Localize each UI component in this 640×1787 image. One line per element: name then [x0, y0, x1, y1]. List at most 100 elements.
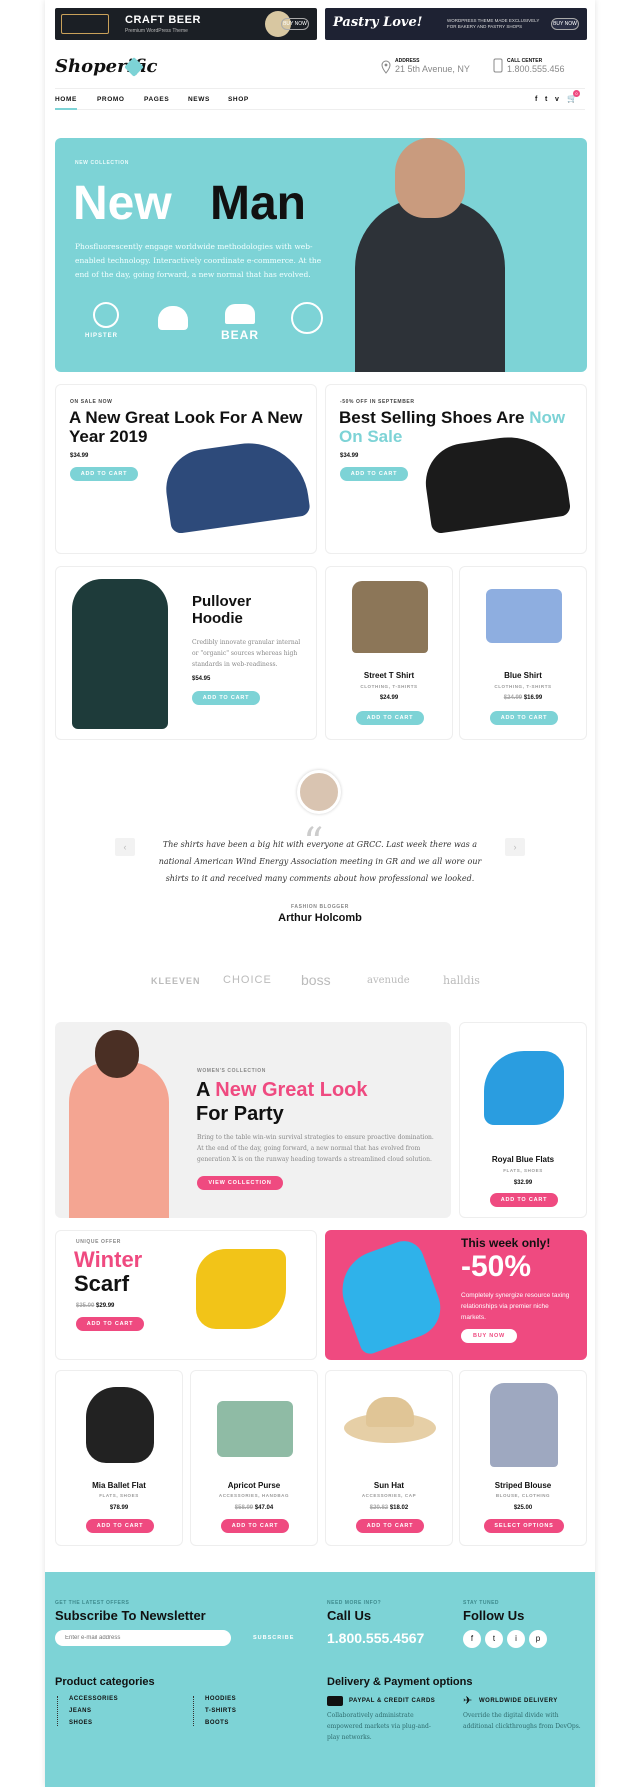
- add-to-cart-button[interactable]: ADD TO CART: [340, 467, 408, 481]
- add-to-cart-button[interactable]: ADD TO CART: [356, 711, 424, 725]
- burger-icon: [158, 306, 188, 330]
- category-link[interactable]: HOODIES: [205, 1696, 236, 1702]
- facebook-icon[interactable]: f: [535, 96, 538, 103]
- crown-icon: [291, 302, 323, 334]
- view-collection-button[interactable]: VIEW COLLECTION: [197, 1176, 283, 1190]
- new-price: $29.99: [96, 1303, 115, 1309]
- week-text: Completely synergize resource taxing rel…: [461, 1292, 570, 1321]
- scarf-title-a: Winter: [74, 1247, 143, 1272]
- tshirt-image: [352, 581, 428, 653]
- main-nav: HOME PROMO PAGES NEWS SHOP f t v 🛒 0: [55, 88, 585, 110]
- buy-now-button[interactable]: BUY NOW: [281, 18, 309, 30]
- brand-logo[interactable]: halldis: [443, 974, 480, 987]
- category-link[interactable]: SHOES: [69, 1720, 93, 1726]
- add-to-cart-button[interactable]: ADD TO CART: [76, 1317, 144, 1331]
- phone-value: 1.800.555.456: [507, 64, 565, 74]
- hoodie-card: Pullover Hoodie Credibly innovate granul…: [55, 566, 317, 740]
- product-category: FLATS, SHOES: [99, 1493, 139, 1498]
- beer-logo: [61, 14, 109, 34]
- payment-title: PAYPAL & CREDIT CARDS: [349, 1698, 436, 1704]
- yellow-scarf-image: [196, 1249, 286, 1329]
- womens-text: Bring to the table win-win survival stra…: [197, 1134, 434, 1163]
- avatar: [297, 770, 341, 814]
- twitter-icon[interactable]: t: [485, 1630, 503, 1648]
- delivery-text: Override the digital divide with additio…: [463, 1712, 581, 1730]
- scarf-title-b: Scarf: [74, 1271, 130, 1296]
- buy-now-button[interactable]: BUY NOW: [461, 1329, 517, 1343]
- sun-hat-crown: [366, 1397, 414, 1427]
- brand-logo[interactable]: CHOICE: [223, 974, 272, 986]
- prev-arrow-icon[interactable]: ‹: [115, 838, 135, 856]
- nav-shop[interactable]: SHOP: [228, 96, 249, 103]
- nav-pages[interactable]: PAGES: [144, 96, 169, 103]
- week-discount: -50%: [461, 1250, 532, 1283]
- call-title: Call Us: [327, 1608, 372, 1623]
- add-to-cart-button[interactable]: ADD TO CART: [490, 1193, 558, 1207]
- product-card: Street T Shirt CLOTHING, T-SHIRTS $24.99…: [325, 566, 453, 740]
- next-arrow-icon[interactable]: ›: [505, 838, 525, 856]
- old-price: $35.00: [76, 1303, 95, 1309]
- week-offer-banner: This week only! -50% Completely synergiz…: [325, 1230, 587, 1360]
- promo-card-best-selling: -50% OFF IN SEPTEMBER Best Selling Shoes…: [325, 384, 587, 554]
- brand-logo[interactable]: boss: [301, 972, 331, 988]
- category-link[interactable]: ACCESSORIES: [69, 1696, 118, 1702]
- category-link[interactable]: JEANS: [69, 1708, 92, 1714]
- womens-title-c: For Party: [196, 1103, 284, 1125]
- promo-title-a: Best Selling Shoes Are: [339, 408, 525, 427]
- footer-phone[interactable]: 1.800.555.4567: [327, 1630, 424, 1646]
- womens-title-a: A: [196, 1079, 210, 1101]
- product-category: CLOTHING, T-SHIRTS: [360, 684, 418, 689]
- product-name[interactable]: Royal Blue Flats: [460, 1155, 586, 1164]
- vimeo-icon[interactable]: v: [555, 96, 560, 103]
- select-options-button[interactable]: SELECT OPTIONS: [484, 1519, 564, 1533]
- product-name[interactable]: Street T Shirt: [326, 671, 452, 680]
- promo-title: Best Selling Shoes Are Now On Sale: [339, 408, 579, 446]
- product-name[interactable]: Striped Blouse: [460, 1481, 586, 1490]
- add-to-cart-button[interactable]: ADD TO CART: [221, 1519, 289, 1533]
- brand-logo[interactable]: avenude: [367, 975, 410, 986]
- hero-text: Phosfluorescently engage worldwide metho…: [75, 242, 322, 279]
- scarf-price: $35.00 $29.99: [76, 1303, 114, 1309]
- nav-news[interactable]: NEWS: [188, 96, 210, 103]
- product-category: ACCESSORIES, CAP: [361, 1493, 417, 1498]
- nav-home[interactable]: HOME: [55, 96, 77, 103]
- model-hair: [95, 1030, 139, 1078]
- add-to-cart-button[interactable]: ADD TO CART: [86, 1519, 154, 1533]
- hipster-label: HIPSTER: [85, 333, 119, 339]
- subscribe-button[interactable]: SUBSCRIBE: [253, 1635, 294, 1641]
- hero-kicker: NEW COLLECTION: [75, 160, 129, 166]
- nav-promo[interactable]: PROMO: [97, 96, 125, 103]
- email-input[interactable]: [55, 1630, 231, 1646]
- product-price: $32.99: [513, 1180, 533, 1186]
- brand-logo[interactable]: KLEEVEN: [151, 976, 201, 986]
- category-link[interactable]: T-SHIRTS: [205, 1708, 236, 1714]
- product-name[interactable]: Blue Shirt: [460, 671, 586, 680]
- hero-banner: NEW COLLECTION New Man Phosfluorescently…: [55, 138, 587, 372]
- product-name[interactable]: Apricot Purse: [191, 1481, 317, 1490]
- week-title: This week only!: [461, 1236, 551, 1250]
- product-name[interactable]: Mia Ballet Flat: [56, 1481, 182, 1490]
- pastry-love-banner[interactable]: Pastry Love! WORDPRESS THEME MADE EXCLUS…: [325, 8, 587, 40]
- striped-blouse-image: [490, 1383, 558, 1467]
- craft-beer-banner[interactable]: CRAFT BEER Premium WordPress Theme BUY N…: [55, 8, 317, 40]
- twitter-icon[interactable]: t: [545, 96, 548, 103]
- instagram-icon[interactable]: i: [507, 1630, 525, 1648]
- category-link[interactable]: BOOTS: [205, 1720, 229, 1726]
- add-to-cart-button[interactable]: ADD TO CART: [70, 467, 138, 481]
- purse-image: [217, 1401, 293, 1457]
- add-to-cart-button[interactable]: ADD TO CART: [356, 1519, 424, 1533]
- pinterest-icon[interactable]: p: [529, 1630, 547, 1648]
- product-price: $20.82 $18.02: [326, 1505, 452, 1511]
- product-card: Sun Hat ACCESSORIES, CAP $20.82 $18.02 A…: [325, 1370, 453, 1546]
- product-category: BLOUSE, CLOTHING: [495, 1493, 551, 1498]
- add-to-cart-button[interactable]: ADD TO CART: [192, 691, 260, 705]
- winter-scarf-card: UNIQUE OFFER Winter Scarf $35.00 $29.99 …: [55, 1230, 317, 1360]
- delivery-title: Delivery & Payment options: [327, 1676, 473, 1688]
- product-name[interactable]: Sun Hat: [326, 1481, 452, 1490]
- facebook-icon[interactable]: f: [463, 1630, 481, 1648]
- old-price: $20.82: [369, 1505, 389, 1511]
- product-price: $25.00: [513, 1505, 533, 1511]
- buy-now-button[interactable]: BUY NOW: [551, 18, 579, 30]
- old-price: $58.99: [234, 1505, 254, 1511]
- add-to-cart-button[interactable]: ADD TO CART: [490, 711, 558, 725]
